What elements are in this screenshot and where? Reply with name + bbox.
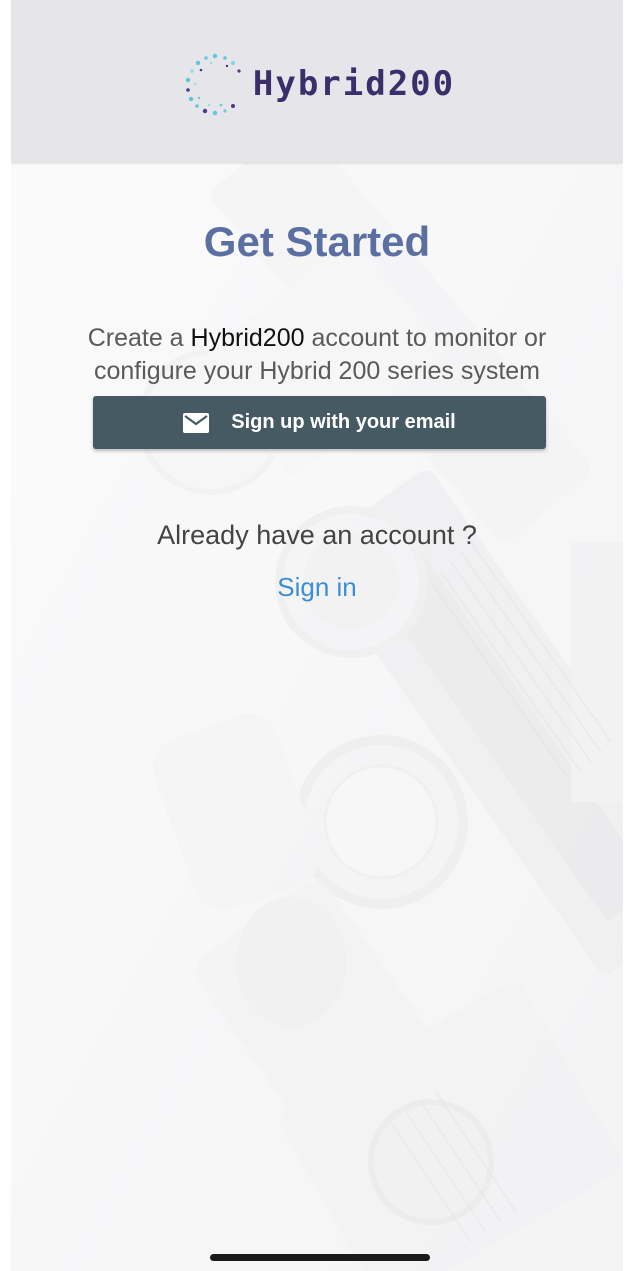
app-screen: Hybrid200 Get Started Create a Hybrid200…	[0, 0, 629, 1271]
page-title: Get Started	[203, 218, 431, 265]
sign-in-link[interactable]: Sign in	[11, 572, 623, 603]
already-have-account-text: Already have an account ?	[157, 520, 477, 550]
description-brand: Hybrid200	[190, 324, 305, 352]
signup-button-label: Sign up with your email	[231, 411, 456, 433]
description-suffix: account to monitor or	[304, 324, 547, 352]
main-content: Get Started Create a Hybrid200 account t…	[11, 162, 623, 1271]
logo-text: Hybrid200	[252, 64, 456, 104]
signup-email-button[interactable]: Sign up with your email	[93, 396, 546, 449]
description-prefix: Create a	[87, 324, 191, 352]
logo-dots-icon	[185, 53, 241, 116]
mail-icon	[183, 412, 210, 433]
home-indicator	[210, 1254, 430, 1261]
description-line-2: configure your Hybrid 200 series system	[93, 357, 541, 385]
app-header: Hybrid200	[11, 0, 623, 162]
app-logo: Hybrid200	[179, 48, 455, 120]
description: Create a Hybrid200 account to monitor or…	[11, 322, 623, 388]
description-line-1: Create a Hybrid200 account to monitor or	[11, 322, 623, 355]
